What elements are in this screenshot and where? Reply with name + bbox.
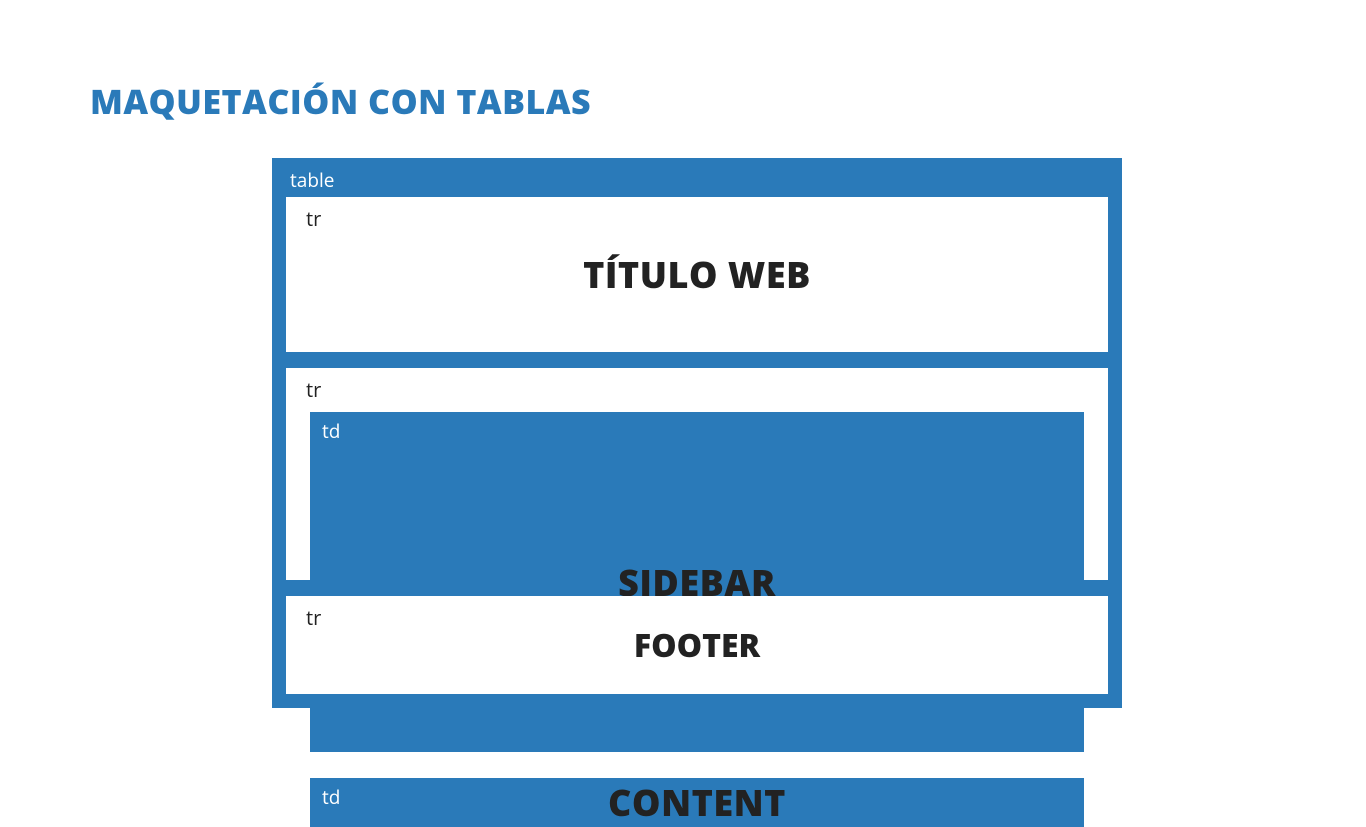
footer-heading: FOOTER [634,624,760,667]
tr-tag-label: tr [306,205,321,232]
td-content: td CONTENT [310,778,1084,827]
td-sidebar: td SIDEBAR [310,412,1084,752]
table-tag-label: table [286,163,1108,197]
table-row-footer: tr FOOTER [286,596,1108,694]
content-heading: CONTENT [608,778,786,827]
table-row-body: tr td SIDEBAR td CONTENT [286,368,1108,580]
td-tag-label: td [322,784,340,810]
tr-tag-label: tr [306,376,321,403]
tr-tag-label: tr [306,604,321,631]
header-heading: TÍTULO WEB [583,250,811,299]
table-container: table tr TÍTULO WEB tr td SIDEBAR td CON… [272,158,1122,708]
td-tag-label: td [322,418,340,444]
table-row-header: tr TÍTULO WEB [286,197,1108,352]
page-title: MAQUETACIÓN CON TABLAS [90,78,591,124]
